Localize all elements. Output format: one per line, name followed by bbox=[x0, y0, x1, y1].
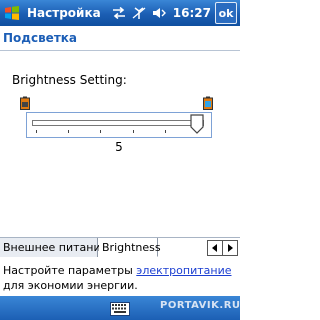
keyboard-icon[interactable] bbox=[110, 301, 130, 320]
ok-button[interactable]: ok bbox=[215, 2, 237, 24]
slider-thumb[interactable] bbox=[190, 114, 204, 138]
brightness-value: 5 bbox=[115, 140, 123, 154]
sync-arrows-icon[interactable] bbox=[111, 6, 127, 20]
page-title: Подсветка bbox=[3, 31, 78, 45]
info-note: Настройте параметры электропитание для э… bbox=[3, 263, 237, 293]
antenna-off-icon[interactable] bbox=[131, 6, 147, 20]
start-button[interactable] bbox=[0, 0, 24, 26]
triangle-left-icon bbox=[212, 244, 217, 252]
tab-scroll-right-button[interactable] bbox=[223, 240, 238, 256]
slider-track[interactable] bbox=[32, 120, 204, 126]
speaker-icon[interactable] bbox=[151, 6, 167, 20]
page-header: Подсветка bbox=[0, 26, 240, 51]
status-tray: 16:27 ok bbox=[111, 2, 237, 24]
tab-external-power[interactable]: Внешнее питание bbox=[0, 238, 107, 257]
brightness-label: Brightness Setting: bbox=[12, 73, 127, 87]
app-title: Настройка bbox=[27, 6, 101, 20]
tab-scroll-arrows bbox=[207, 240, 238, 256]
triangle-right-icon bbox=[228, 244, 233, 252]
power-settings-link[interactable]: электропитание bbox=[136, 264, 231, 277]
tab-brightness[interactable]: Brightness bbox=[99, 238, 161, 257]
tab-strip: Внешнее питание Brightness bbox=[0, 237, 240, 258]
note-suffix: для экономии энергии. bbox=[3, 279, 138, 292]
slider-ticks bbox=[36, 130, 198, 134]
watermark: PORTAVIK.RU bbox=[160, 300, 241, 311]
clock[interactable]: 16:27 bbox=[173, 6, 211, 20]
title-bar: Настройка 16:27 ok bbox=[0, 0, 240, 26]
windows-flag-icon bbox=[5, 6, 19, 20]
note-prefix: Настройте параметры bbox=[3, 264, 137, 277]
tab-scroll-left-button[interactable] bbox=[207, 240, 223, 256]
